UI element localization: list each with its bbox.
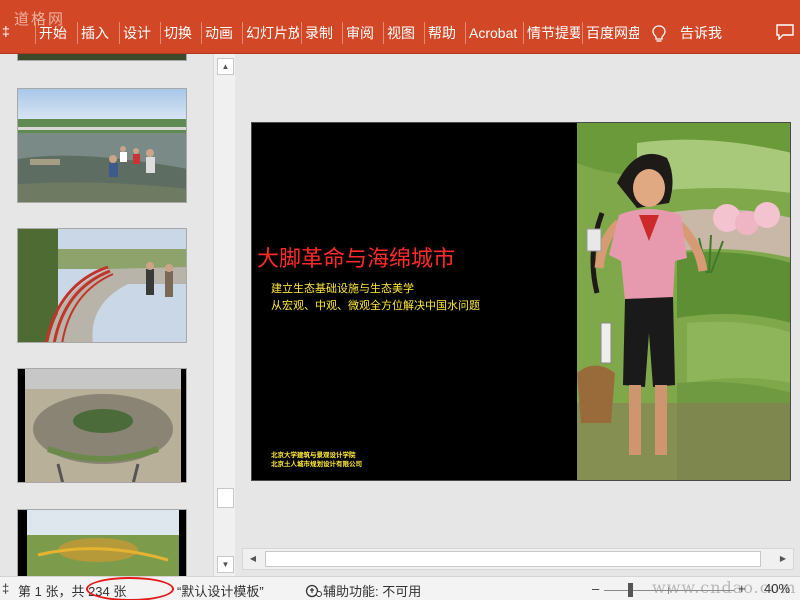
thumbnail-scrollbar[interactable]: ▲ ▼ [213,54,235,576]
slide-thumbnail[interactable] [17,54,187,61]
slide-title[interactable]: 大脚革命与海绵城市 [257,241,455,273]
comment-icon[interactable] [776,24,794,40]
lightbulb-icon [652,25,666,42]
thumbnail-image [18,54,186,60]
scroll-up-button[interactable]: ▲ [217,58,234,75]
tab-record[interactable]: 录制 [301,22,341,44]
chevron-left-icon[interactable]: ◀ [245,551,261,567]
zoom-slider-tick [668,587,669,594]
tab-design[interactable]: 设计 [119,22,157,44]
thumbnail-image [18,510,186,576]
slide-thumbnail[interactable] [17,509,187,576]
slide-illustration[interactable] [577,123,791,481]
zoom-out-button[interactable]: – [592,581,599,596]
horizontal-scrollbar[interactable]: ◀ ▶ [242,548,794,570]
highlight-circle [86,577,174,600]
status-prefix: ‡ [2,581,10,596]
tab-view[interactable]: 视图 [383,22,423,44]
accessibility-icon [305,584,322,598]
design-template-name[interactable]: “默认设计模板” [177,581,264,600]
slide-thumbnail[interactable] [17,228,187,343]
current-slide[interactable]: 大脚革命与海绵城市 建立生态基础设施与生态美学 从宏观、中观、微观全方位解决中国… [251,122,791,481]
slide-thumbnail[interactable] [17,88,187,203]
tab-slideshow[interactable]: 幻灯片放映 [242,22,299,44]
slide-thumbnail-pane[interactable] [0,54,213,576]
slide-editor[interactable]: 大脚革命与海绵城市 建立生态基础设施与生态美学 从宏观、中观、微观全方位解决中国… [238,54,800,576]
zoom-slider-track[interactable] [604,590,734,591]
tab-animations[interactable]: 动画 [201,22,239,44]
slide-subtitle-line[interactable]: 建立生态基础设施与生态美学 [271,280,414,296]
scrollbar-thumb[interactable] [265,551,761,567]
scroll-down-button[interactable]: ▼ [217,556,234,573]
tab-transitions[interactable]: 切换 [160,22,198,44]
tab-insert[interactable]: 插入 [77,22,115,44]
tab-acrobat[interactable]: Acrobat [465,22,521,44]
ribbon-overflow-tab[interactable]: ‡ [2,23,10,39]
tab-help[interactable]: 帮助 [424,22,464,44]
scrollbar-thumb[interactable] [217,488,234,508]
thumbnail-image [18,229,186,342]
zoom-slider-handle[interactable] [628,583,633,597]
chevron-right-icon[interactable]: ▶ [775,551,791,567]
thumbnail-image [18,89,186,202]
accessibility-label: 辅助功能: 不可用 [323,584,422,599]
zoom-level[interactable]: 40% [764,581,790,596]
slide-thumbnail[interactable] [17,368,187,483]
slide-subtitle-line[interactable]: 从宏观、中观、微观全方位解决中国水问题 [271,297,480,313]
tab-review[interactable]: 审阅 [342,22,382,44]
slide-affiliation[interactable]: 北京土人城市规划设计有限公司 [271,458,362,468]
tab-storyboard[interactable]: 情节提要 [523,22,580,44]
chevron-down-icon: ▼ [221,560,230,569]
ribbon-tab-bar: 道格网 ‡ 开始 插入 设计 切换 动画 幻灯片放映 录制 审阅 视图 帮助 A… [0,0,800,54]
thumbnail-image [18,369,186,482]
accessibility-status[interactable]: 辅助功能: 不可用 [305,581,421,600]
tab-baidu-netdisk[interactable]: 百度网盘 [582,22,639,44]
status-bar: ‡ 第 1 张，共 234 张 “默认设计模板” 辅助功能: 不可用 www.c… [0,576,800,600]
tell-me-label: 告诉我 [680,25,722,41]
tell-me-box[interactable]: 告诉我 [652,20,722,46]
zoom-in-button[interactable]: + [738,581,746,596]
tab-home[interactable]: 开始 [35,22,73,44]
chevron-up-icon: ▲ [221,62,230,71]
